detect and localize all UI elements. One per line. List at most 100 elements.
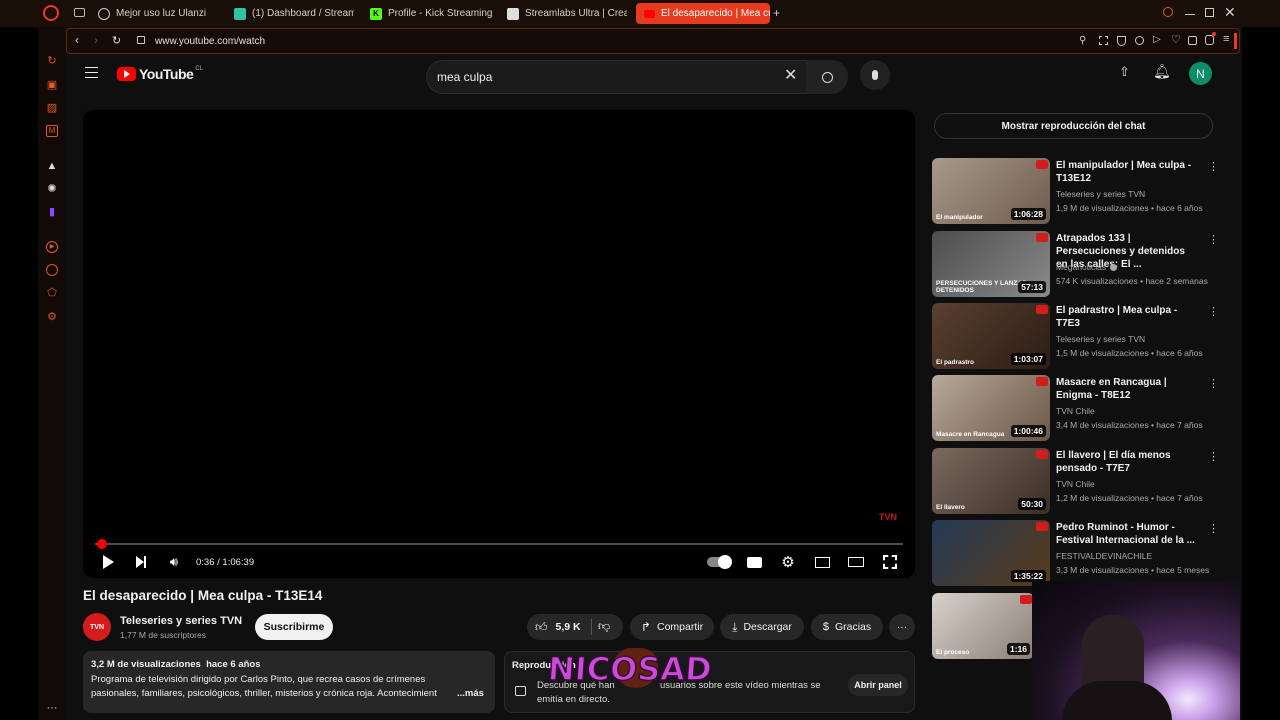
maximize-icon[interactable] [1205, 8, 1214, 17]
show-more-link[interactable]: ...más [457, 688, 484, 699]
channel-name[interactable]: Teleseries y series TVN [120, 615, 242, 627]
clear-search-icon[interactable]: ✕ [784, 65, 797, 85]
download-button[interactable]: ⤓ Descargar [720, 614, 804, 640]
heart-icon[interactable]: ♡ [1171, 33, 1181, 46]
thanks-button[interactable]: $ Gracias [811, 614, 883, 640]
tab-1[interactable]: Mejor uso luz Ulanzi [98, 3, 226, 24]
settings-icon[interactable]: ⚙ [46, 311, 58, 323]
recommendation-title[interactable]: El padrastro | Mea culpa - T7E3 [1056, 304, 1196, 330]
recommendation-title[interactable]: El llavero | El día menos pensado - T7E7 [1056, 449, 1196, 475]
recommendation-item[interactable]: PERSECUCIONES Y LANZAS DETENIDOS 57:13 A… [932, 231, 1222, 297]
upload-icon[interactable]: ⇧ [1119, 64, 1130, 80]
close-window-icon[interactable]: ✕ [1224, 4, 1236, 21]
search-tabs-icon[interactable] [1163, 7, 1173, 17]
more-vertical-icon[interactable]: ⋮ [1208, 377, 1219, 390]
extension-icon[interactable] [1205, 35, 1214, 45]
recommendation-title[interactable]: Masacre en Rancagua | Enigma - T8E12 [1056, 376, 1196, 402]
new-tab-button[interactable]: + [773, 7, 780, 19]
tab-list-icon[interactable] [74, 8, 85, 17]
mods-icon[interactable]: ⬠ [46, 287, 58, 299]
subscribe-button[interactable]: Suscribirme [255, 614, 333, 640]
more-icon[interactable]: ··· [46, 702, 58, 714]
forward-icon[interactable]: › [94, 33, 98, 47]
share-button[interactable]: ↱ Compartir [630, 614, 714, 640]
recommendation-channel[interactable]: TVN Chile [1056, 406, 1095, 416]
recommendation-channel[interactable]: TVN Chile [1056, 479, 1095, 489]
snapshot-icon[interactable] [1099, 36, 1108, 45]
recommendation-thumbnail[interactable]: El llavero 50:30 [932, 448, 1050, 514]
recommendation-title[interactable]: El manipulador | Mea culpa - T13E12 [1056, 159, 1196, 185]
wallet-icon[interactable] [1188, 36, 1197, 45]
vpn-icon[interactable] [1135, 36, 1144, 45]
back-icon[interactable]: ‹ [75, 33, 79, 47]
volume-button[interactable]: 🔊︎ [165, 553, 183, 571]
youtube-logo[interactable]: YouTube CL [117, 66, 203, 82]
recommendation-thumbnail[interactable]: 1:35:22 [932, 520, 1050, 586]
more-vertical-icon[interactable]: ⋮ [1208, 305, 1219, 318]
fullscreen-button[interactable] [881, 553, 899, 571]
tab-5-active[interactable]: El desaparecido | Mea cu [636, 3, 770, 24]
aria-icon[interactable]: ▲ [46, 160, 58, 172]
url-text[interactable]: www.youtube.com/watch [155, 36, 265, 47]
recommendation-item[interactable]: 1:35:22 Pedro Ruminot - Humor - Festival… [932, 520, 1222, 586]
progress-bar[interactable] [95, 539, 903, 549]
more-vertical-icon[interactable]: ⋮ [1208, 233, 1219, 246]
miniplayer-button[interactable] [813, 554, 831, 570]
more-vertical-icon[interactable]: ⋮ [1208, 160, 1219, 173]
recommendation-item[interactable]: Masacre en Rancagua 1:00:46 Masacre en R… [932, 375, 1222, 441]
bag-icon[interactable]: ▣ [46, 79, 58, 91]
voice-search-button[interactable] [860, 60, 890, 90]
sidebar-toggle-icon[interactable] [1234, 33, 1237, 49]
send-icon[interactable]: ▷ [1153, 34, 1161, 45]
tab-3[interactable]: K Profile - Kick Streaming [370, 3, 495, 24]
tab-2[interactable]: (1) Dashboard / Streamlab [234, 3, 354, 24]
recommendation-channel[interactable]: Teleseries y series TVN [1056, 189, 1145, 199]
bell-icon[interactable]: 🔔︎ [1153, 63, 1171, 80]
dislike-button[interactable]: 👎︎ [598, 619, 610, 634]
more-vertical-icon[interactable]: ⋮ [1208, 522, 1219, 535]
m-icon[interactable]: M [46, 125, 58, 137]
recommendation-item[interactable]: El manipulador 1:06:28 El manipulador | … [932, 158, 1222, 224]
opera-logo-icon[interactable] [43, 5, 59, 21]
recommendation-channel[interactable]: FESTIVALDEVINACHILE [1056, 551, 1152, 561]
history-icon[interactable] [46, 264, 58, 276]
tab-4[interactable]: Streamlabs Ultra | Crear [507, 3, 627, 24]
avatar[interactable]: N [1189, 62, 1212, 85]
shield-icon[interactable] [1117, 36, 1126, 46]
twitch-icon[interactable]: ▮ [46, 206, 58, 218]
next-button[interactable] [132, 553, 150, 571]
minimize-icon[interactable] [1185, 14, 1195, 15]
play-button[interactable] [99, 553, 117, 571]
recommendation-thumbnail[interactable]: PERSECUCIONES Y LANZAS DETENIDOS 57:13 [932, 231, 1050, 297]
recommendation-title[interactable]: Pedro Ruminot - Humor - Festival Interna… [1056, 521, 1196, 547]
refresh-feed-icon[interactable]: ↻ [46, 55, 58, 67]
subtitles-button[interactable] [745, 554, 763, 570]
progress-handle[interactable] [97, 539, 108, 549]
more-vertical-icon[interactable]: ⋮ [1208, 450, 1219, 463]
theater-mode-button[interactable] [847, 554, 865, 570]
slash-icon[interactable]: ▨ [46, 102, 58, 114]
hamburger-menu-icon[interactable] [85, 67, 98, 78]
recommendation-channel[interactable]: Meganoticias [1056, 262, 1118, 272]
reload-icon[interactable]: ↻ [112, 34, 121, 47]
autoplay-toggle[interactable] [706, 555, 732, 569]
recommendation-thumbnail[interactable]: El manipulador 1:06:28 [932, 158, 1050, 224]
more-actions-button[interactable]: ··· [889, 614, 915, 640]
recommendation-thumbnail[interactable]: El padrastro 1:03:07 [932, 303, 1050, 369]
video-player[interactable]: TVN 🔊︎ 0:36 / 1:06:39 ⚙ [83, 110, 915, 578]
pin-icon[interactable]: ⚲ [1079, 35, 1086, 46]
show-chat-replay-button[interactable]: Mostrar reproducción del chat [934, 113, 1213, 139]
recommendation-channel[interactable]: Teleseries y series TVN [1056, 334, 1145, 344]
recommendation-thumbnail[interactable]: Masacre en Rancagua 1:00:46 [932, 375, 1050, 441]
chatgpt-icon[interactable]: ✺ [46, 183, 58, 195]
recommendation-item[interactable]: El llavero 50:30 El llavero | El día men… [932, 448, 1222, 514]
recommendation-thumbnail[interactable]: El proceso 1:16 [932, 593, 1034, 659]
player-icon[interactable]: ▶ [46, 241, 58, 253]
channel-avatar[interactable]: TVN [83, 613, 111, 641]
settings-button[interactable]: ⚙ [779, 553, 797, 571]
menu-icon[interactable]: ≡ [1223, 33, 1229, 45]
description-box[interactable]: 3,2 M de visualizaciones hace 6 años Pro… [83, 651, 495, 713]
open-panel-button[interactable]: Abrir panel [848, 674, 908, 696]
search-button[interactable] [806, 60, 848, 94]
recommendation-item[interactable]: El padrastro 1:03:07 El padrastro | Mea … [932, 303, 1222, 369]
